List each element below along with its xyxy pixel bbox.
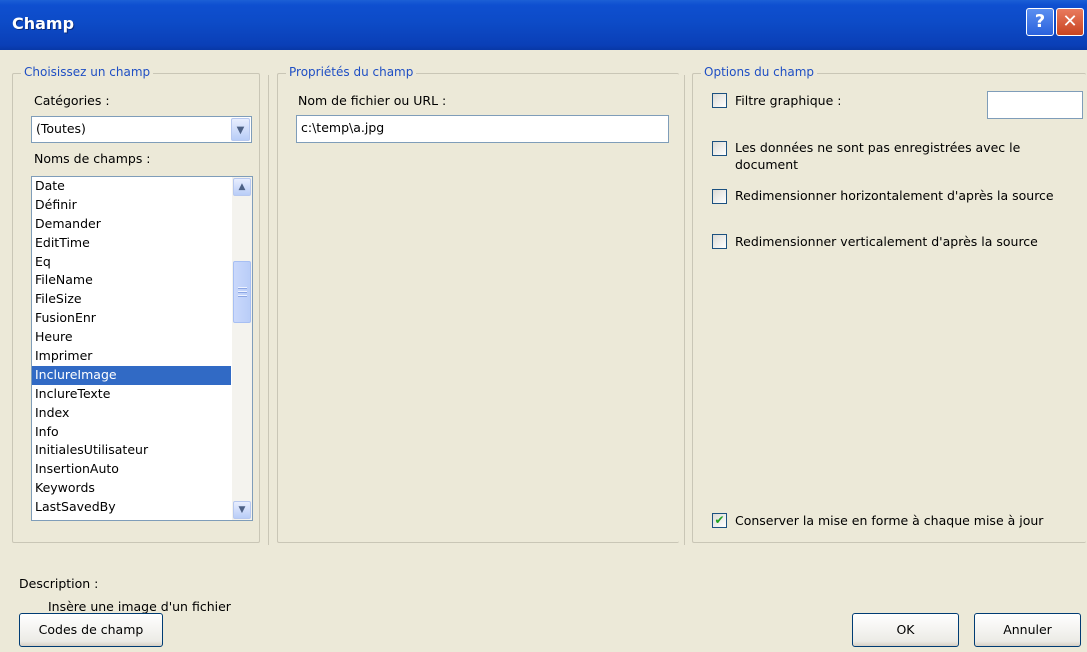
list-item[interactable]: Heure bbox=[32, 328, 231, 347]
chevron-down-icon[interactable]: ▼ bbox=[231, 118, 250, 141]
list-item[interactable]: Imprimer bbox=[32, 347, 231, 366]
list-item[interactable]: Info bbox=[32, 423, 231, 442]
list-item[interactable]: Date bbox=[32, 177, 231, 196]
field-names-label: Noms de champs : bbox=[34, 151, 151, 166]
list-item[interactable]: InclureTexte bbox=[32, 385, 231, 404]
field-names-items: Date Définir Demander EditTime Eq FileName Fil… bbox=[32, 177, 231, 517]
divider-right bbox=[684, 75, 685, 545]
field-list-scrollbar[interactable]: ▲ ▼ bbox=[232, 177, 252, 520]
field-codes-button[interactable]: Codes de champ bbox=[19, 613, 163, 647]
categories-dropdown[interactable]: (Toutes) ▼ bbox=[31, 116, 252, 143]
filename-label: Nom de fichier ou URL : bbox=[298, 93, 447, 108]
resize-vertical-label: Redimensionner verticalement d'après la … bbox=[735, 234, 1038, 249]
field-dialog: Champ ? ✕ Choisissez un champ Catégories… bbox=[0, 0, 1087, 652]
description-text: Insère une image d'un fichier bbox=[48, 599, 231, 614]
list-item[interactable]: InsertionAuto bbox=[32, 460, 231, 479]
divider-left bbox=[268, 75, 269, 545]
description-label: Description : bbox=[19, 576, 99, 591]
graphic-filter-checkbox[interactable] bbox=[712, 93, 727, 108]
preserve-format-label: Conserver la mise en forme à chaque mise… bbox=[735, 513, 1044, 528]
field-properties-group: Propriétés du champ bbox=[277, 65, 679, 543]
list-item[interactable]: FusionEnr bbox=[32, 309, 231, 328]
list-item[interactable]: Définir bbox=[32, 196, 231, 215]
scrollbar-thumb[interactable] bbox=[233, 261, 251, 323]
preserve-format-checkbox[interactable]: ✔ bbox=[712, 513, 727, 528]
field-options-group-title: Options du champ bbox=[701, 65, 818, 79]
close-button[interactable]: ✕ bbox=[1056, 8, 1084, 36]
not-saved-checkbox[interactable] bbox=[712, 141, 727, 156]
checkmark-icon: ✔ bbox=[714, 513, 725, 527]
list-item[interactable]: Eq bbox=[32, 253, 231, 272]
title-bar: Champ ? ✕ bbox=[0, 0, 1087, 50]
dialog-title: Champ bbox=[12, 14, 75, 33]
list-item[interactable]: FileName bbox=[32, 271, 231, 290]
cancel-button[interactable]: Annuler bbox=[974, 613, 1081, 647]
list-item[interactable]: InitialesUtilisateur bbox=[32, 441, 231, 460]
list-item[interactable]: Index bbox=[32, 404, 231, 423]
field-names-list[interactable]: Date Définir Demander EditTime Eq FileName Fil… bbox=[31, 176, 253, 521]
graphic-filter-input[interactable] bbox=[987, 91, 1083, 119]
list-item[interactable]: InclureImage bbox=[32, 365, 231, 385]
categories-label: Catégories : bbox=[34, 93, 110, 108]
list-item[interactable]: Demander bbox=[32, 215, 231, 234]
list-item[interactable]: FileSize bbox=[32, 290, 231, 309]
not-saved-label: Les données ne sont pas enregistrées ave… bbox=[735, 140, 1021, 172]
chevron-down-icon[interactable]: ▼ bbox=[233, 501, 251, 519]
resize-vertical-checkbox[interactable] bbox=[712, 234, 727, 249]
graphic-filter-label: Filtre graphique : bbox=[735, 93, 842, 108]
help-button[interactable]: ? bbox=[1026, 8, 1054, 36]
chevron-up-icon[interactable]: ▲ bbox=[233, 178, 251, 196]
filename-input[interactable]: c:\temp\a.jpg bbox=[296, 115, 669, 143]
list-item[interactable]: Keywords bbox=[32, 479, 231, 498]
field-properties-group-title: Propriétés du champ bbox=[286, 65, 417, 79]
list-item[interactable]: LastSavedBy bbox=[32, 498, 231, 517]
resize-horizontal-label: Redimensionner horizontalement d'après l… bbox=[735, 188, 1054, 203]
ok-button[interactable]: OK bbox=[852, 613, 959, 647]
choose-field-group-title: Choisissez un champ bbox=[21, 65, 154, 79]
resize-horizontal-checkbox[interactable] bbox=[712, 189, 727, 204]
categories-value: (Toutes) bbox=[36, 121, 86, 136]
list-item[interactable]: EditTime bbox=[32, 234, 231, 253]
